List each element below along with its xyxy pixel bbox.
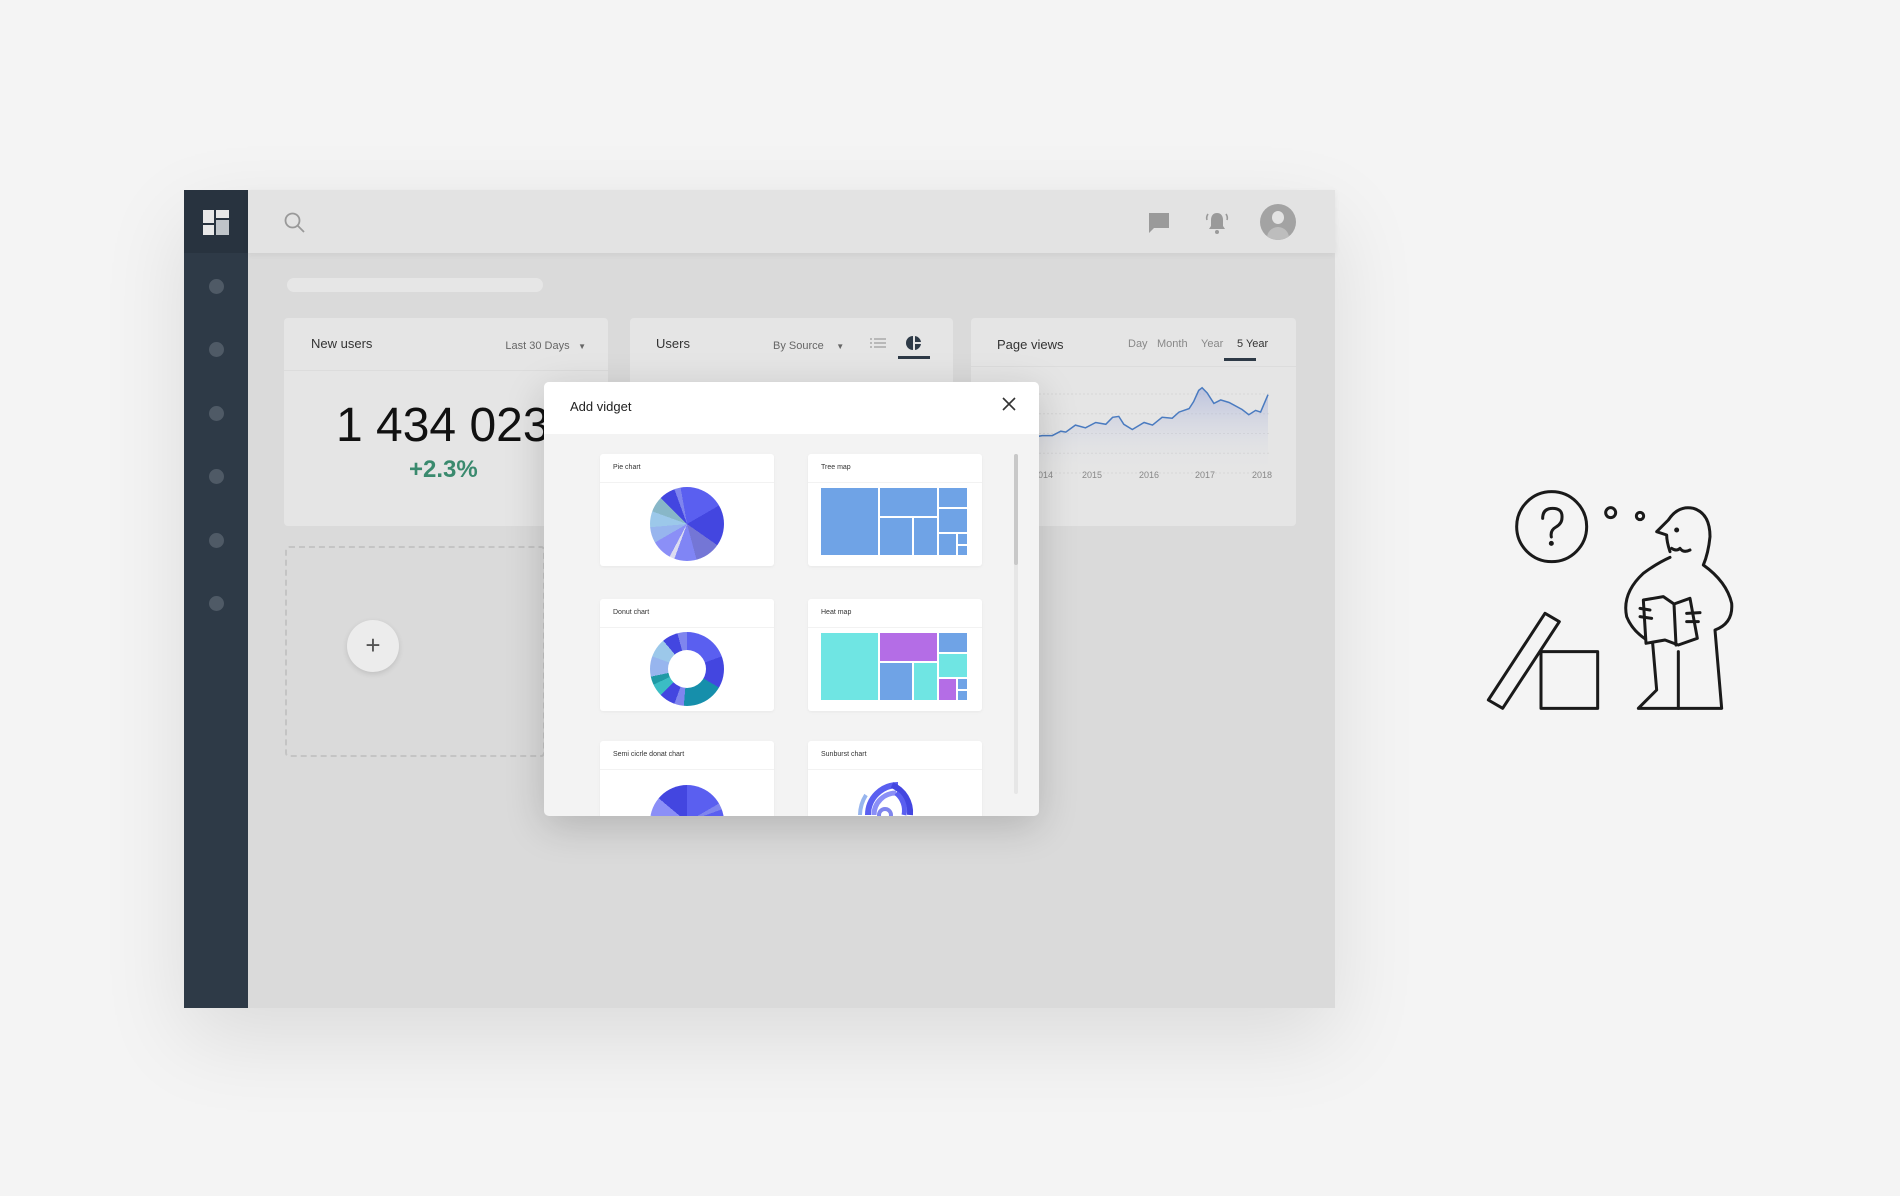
plank-icon: [1486, 611, 1561, 710]
pie-icon[interactable]: [906, 335, 922, 351]
widget-label: Semi cicrle donat chart: [613, 751, 685, 758]
active-view-indicator: [898, 356, 930, 359]
x-label-2015: 2015: [1082, 470, 1103, 480]
box-icon: [1539, 650, 1600, 710]
widget-label: Pie chart: [613, 464, 641, 471]
x-label-2016: 2016: [1139, 470, 1160, 480]
sidebar: [184, 190, 248, 1008]
card-title: Users: [656, 336, 690, 351]
tab-day[interactable]: Day: [1128, 338, 1148, 350]
widget-option-sunburst-chart[interactable]: Sunburst chart: [808, 741, 982, 816]
sidebar-item-6[interactable]: [209, 596, 224, 611]
chat-icon[interactable]: [1148, 212, 1170, 234]
widget-option-donut-chart[interactable]: Donut chart: [600, 599, 774, 711]
semi-donut-preview: [650, 785, 724, 816]
area-fill: [1037, 387, 1268, 473]
sidebar-item-3[interactable]: [209, 406, 224, 421]
widget-option-tree-map[interactable]: Tree map: [808, 454, 982, 566]
title-placeholder: [287, 278, 543, 292]
sidebar-item-2[interactable]: [209, 342, 224, 357]
source-dropdown[interactable]: By Source ▼: [773, 336, 844, 354]
tab-year[interactable]: Year: [1201, 338, 1223, 350]
scrollbar-thumb[interactable]: [1014, 454, 1018, 565]
widget-option-pie-chart[interactable]: Pie chart: [600, 454, 774, 566]
period-value: Last 30 Days: [505, 340, 570, 352]
dashboard-grid-icon: [203, 210, 229, 235]
sidebar-item-1[interactable]: [209, 279, 224, 294]
modal-title: Add vidget: [570, 399, 632, 414]
add-widget-modal: Add vidget Pie chart Tree map Donut char…: [544, 382, 1039, 816]
bell-icon[interactable]: [1204, 210, 1230, 236]
list-icon[interactable]: [870, 337, 886, 349]
logo[interactable]: [184, 190, 248, 253]
card-title: New users: [311, 336, 373, 351]
divider: [971, 366, 1296, 367]
avatar-icon[interactable]: [1260, 204, 1296, 240]
chevron-down-icon: ▼: [578, 342, 586, 351]
tree-map-preview: [821, 488, 967, 555]
chevron-down-icon: ▼: [836, 342, 845, 351]
new-users-change: +2.3%: [409, 456, 478, 483]
search-icon[interactable]: [284, 212, 306, 234]
x-label-2017: 2017: [1195, 470, 1216, 480]
x-label-2018: 2018: [1252, 470, 1273, 480]
close-icon[interactable]: [1002, 397, 1016, 411]
sidebar-item-4[interactable]: [209, 469, 224, 484]
tab-month[interactable]: Month: [1157, 338, 1188, 350]
sidebar-item-5[interactable]: [209, 533, 224, 548]
modal-header: Add vidget: [544, 382, 1039, 434]
card-title: Page views: [997, 337, 1064, 352]
divider: [284, 370, 608, 371]
pie-chart-preview: [650, 487, 724, 561]
widget-label: Heat map: [821, 609, 852, 616]
confused-person-illustration: [1486, 490, 1734, 710]
add-widget-button[interactable]: +: [347, 620, 399, 672]
new-users-value: 1 434 023: [336, 399, 550, 452]
widget-label: Sunburst chart: [821, 751, 867, 758]
widget-option-semi-circle-donut-chart[interactable]: Semi cicrle donat chart: [600, 741, 774, 816]
question-bubble-icon: [1515, 490, 1589, 564]
widget-label: Donut chart: [613, 609, 650, 616]
widget-option-heat-map[interactable]: Heat map: [808, 599, 982, 711]
tab-5-year[interactable]: 5 Year: [1237, 338, 1268, 350]
period-dropdown[interactable]: Last 30 Days ▼: [505, 336, 586, 354]
sunburst-preview: [858, 782, 914, 816]
add-widget-slot[interactable]: [285, 546, 545, 757]
active-tab-indicator: [1224, 358, 1256, 361]
source-value: By Source: [773, 340, 824, 352]
widget-label: Tree map: [821, 464, 851, 471]
topbar: [248, 190, 1335, 253]
heat-map-preview: [821, 633, 967, 700]
